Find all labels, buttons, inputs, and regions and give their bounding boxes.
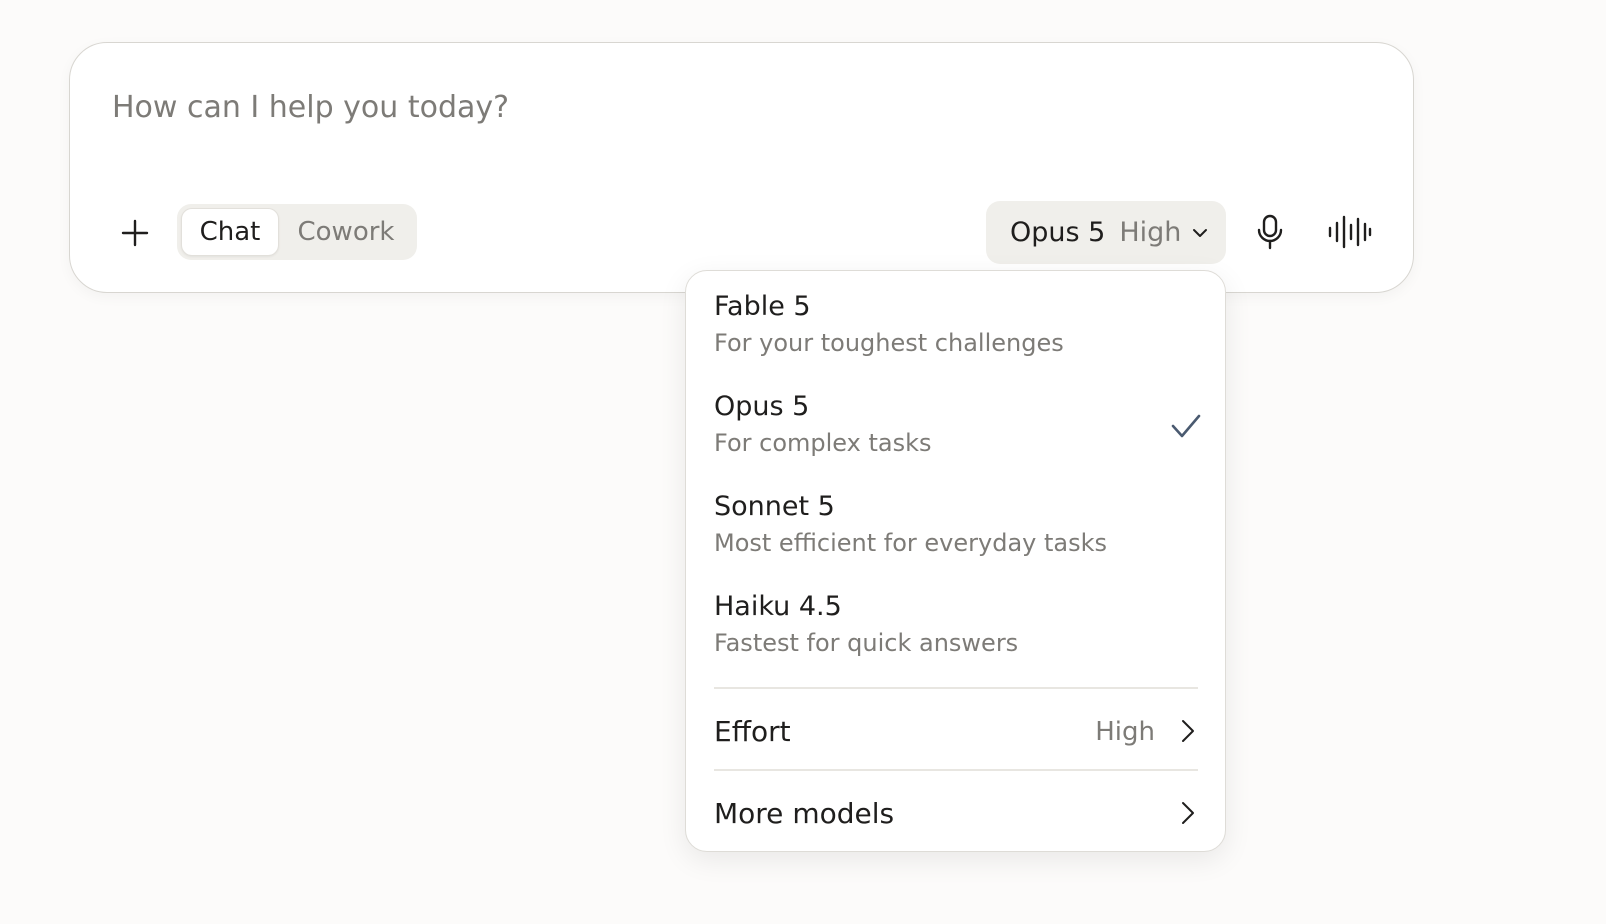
chevron-down-icon <box>1191 227 1209 239</box>
model-option-description: Most efficient for everyday tasks <box>714 529 1108 557</box>
more-models-menu-item[interactable]: More models <box>686 777 1225 847</box>
voice-mode-button[interactable] <box>1322 207 1378 257</box>
model-option-name: Fable 5 <box>714 291 811 322</box>
menu-divider <box>714 769 1198 771</box>
checkmark-icon <box>1171 414 1201 438</box>
model-option-name: Haiku 4.5 <box>714 591 842 622</box>
menu-divider <box>714 687 1198 689</box>
effort-label: Effort <box>714 715 791 748</box>
effort-value: High <box>1095 717 1155 747</box>
chevron-right-icon <box>1182 720 1194 742</box>
model-option-fable-5[interactable]: Fable 5 For your toughest challenges <box>686 275 1225 369</box>
model-option-sonnet-5[interactable]: Sonnet 5 Most efficient for everyday tas… <box>686 475 1225 569</box>
microphone-icon <box>1257 214 1283 250</box>
microphone-button[interactable] <box>1245 207 1295 257</box>
mode-toggle: Chat Cowork <box>177 204 417 260</box>
attach-button[interactable] <box>110 208 160 258</box>
model-option-name: Sonnet 5 <box>714 491 835 522</box>
chat-composer: Chat Cowork Opus 5 High <box>69 42 1414 293</box>
model-option-opus-5[interactable]: Opus 5 For complex tasks <box>686 375 1225 469</box>
tab-chat[interactable]: Chat <box>181 208 279 256</box>
plus-icon <box>121 219 149 247</box>
tab-cowork[interactable]: Cowork <box>279 208 413 256</box>
selected-effort-level: High <box>1119 217 1182 248</box>
model-option-name: Opus 5 <box>714 391 810 422</box>
voice-waveform-icon <box>1328 215 1372 249</box>
model-option-description: For your toughest challenges <box>714 329 1064 357</box>
prompt-input[interactable] <box>112 87 1312 127</box>
chevron-right-icon <box>1182 802 1194 824</box>
model-option-description: Fastest for quick answers <box>714 629 1019 657</box>
selected-model-name: Opus 5 <box>1010 217 1106 248</box>
model-option-description: For complex tasks <box>714 429 932 457</box>
model-option-haiku-4-5[interactable]: Haiku 4.5 Fastest for quick answers <box>686 575 1225 669</box>
model-selector-button[interactable]: Opus 5 High <box>986 201 1226 264</box>
model-dropdown-menu: Fable 5 For your toughest challenges Opu… <box>685 270 1226 852</box>
effort-menu-item[interactable]: Effort High <box>686 695 1225 765</box>
more-models-label: More models <box>714 797 895 830</box>
